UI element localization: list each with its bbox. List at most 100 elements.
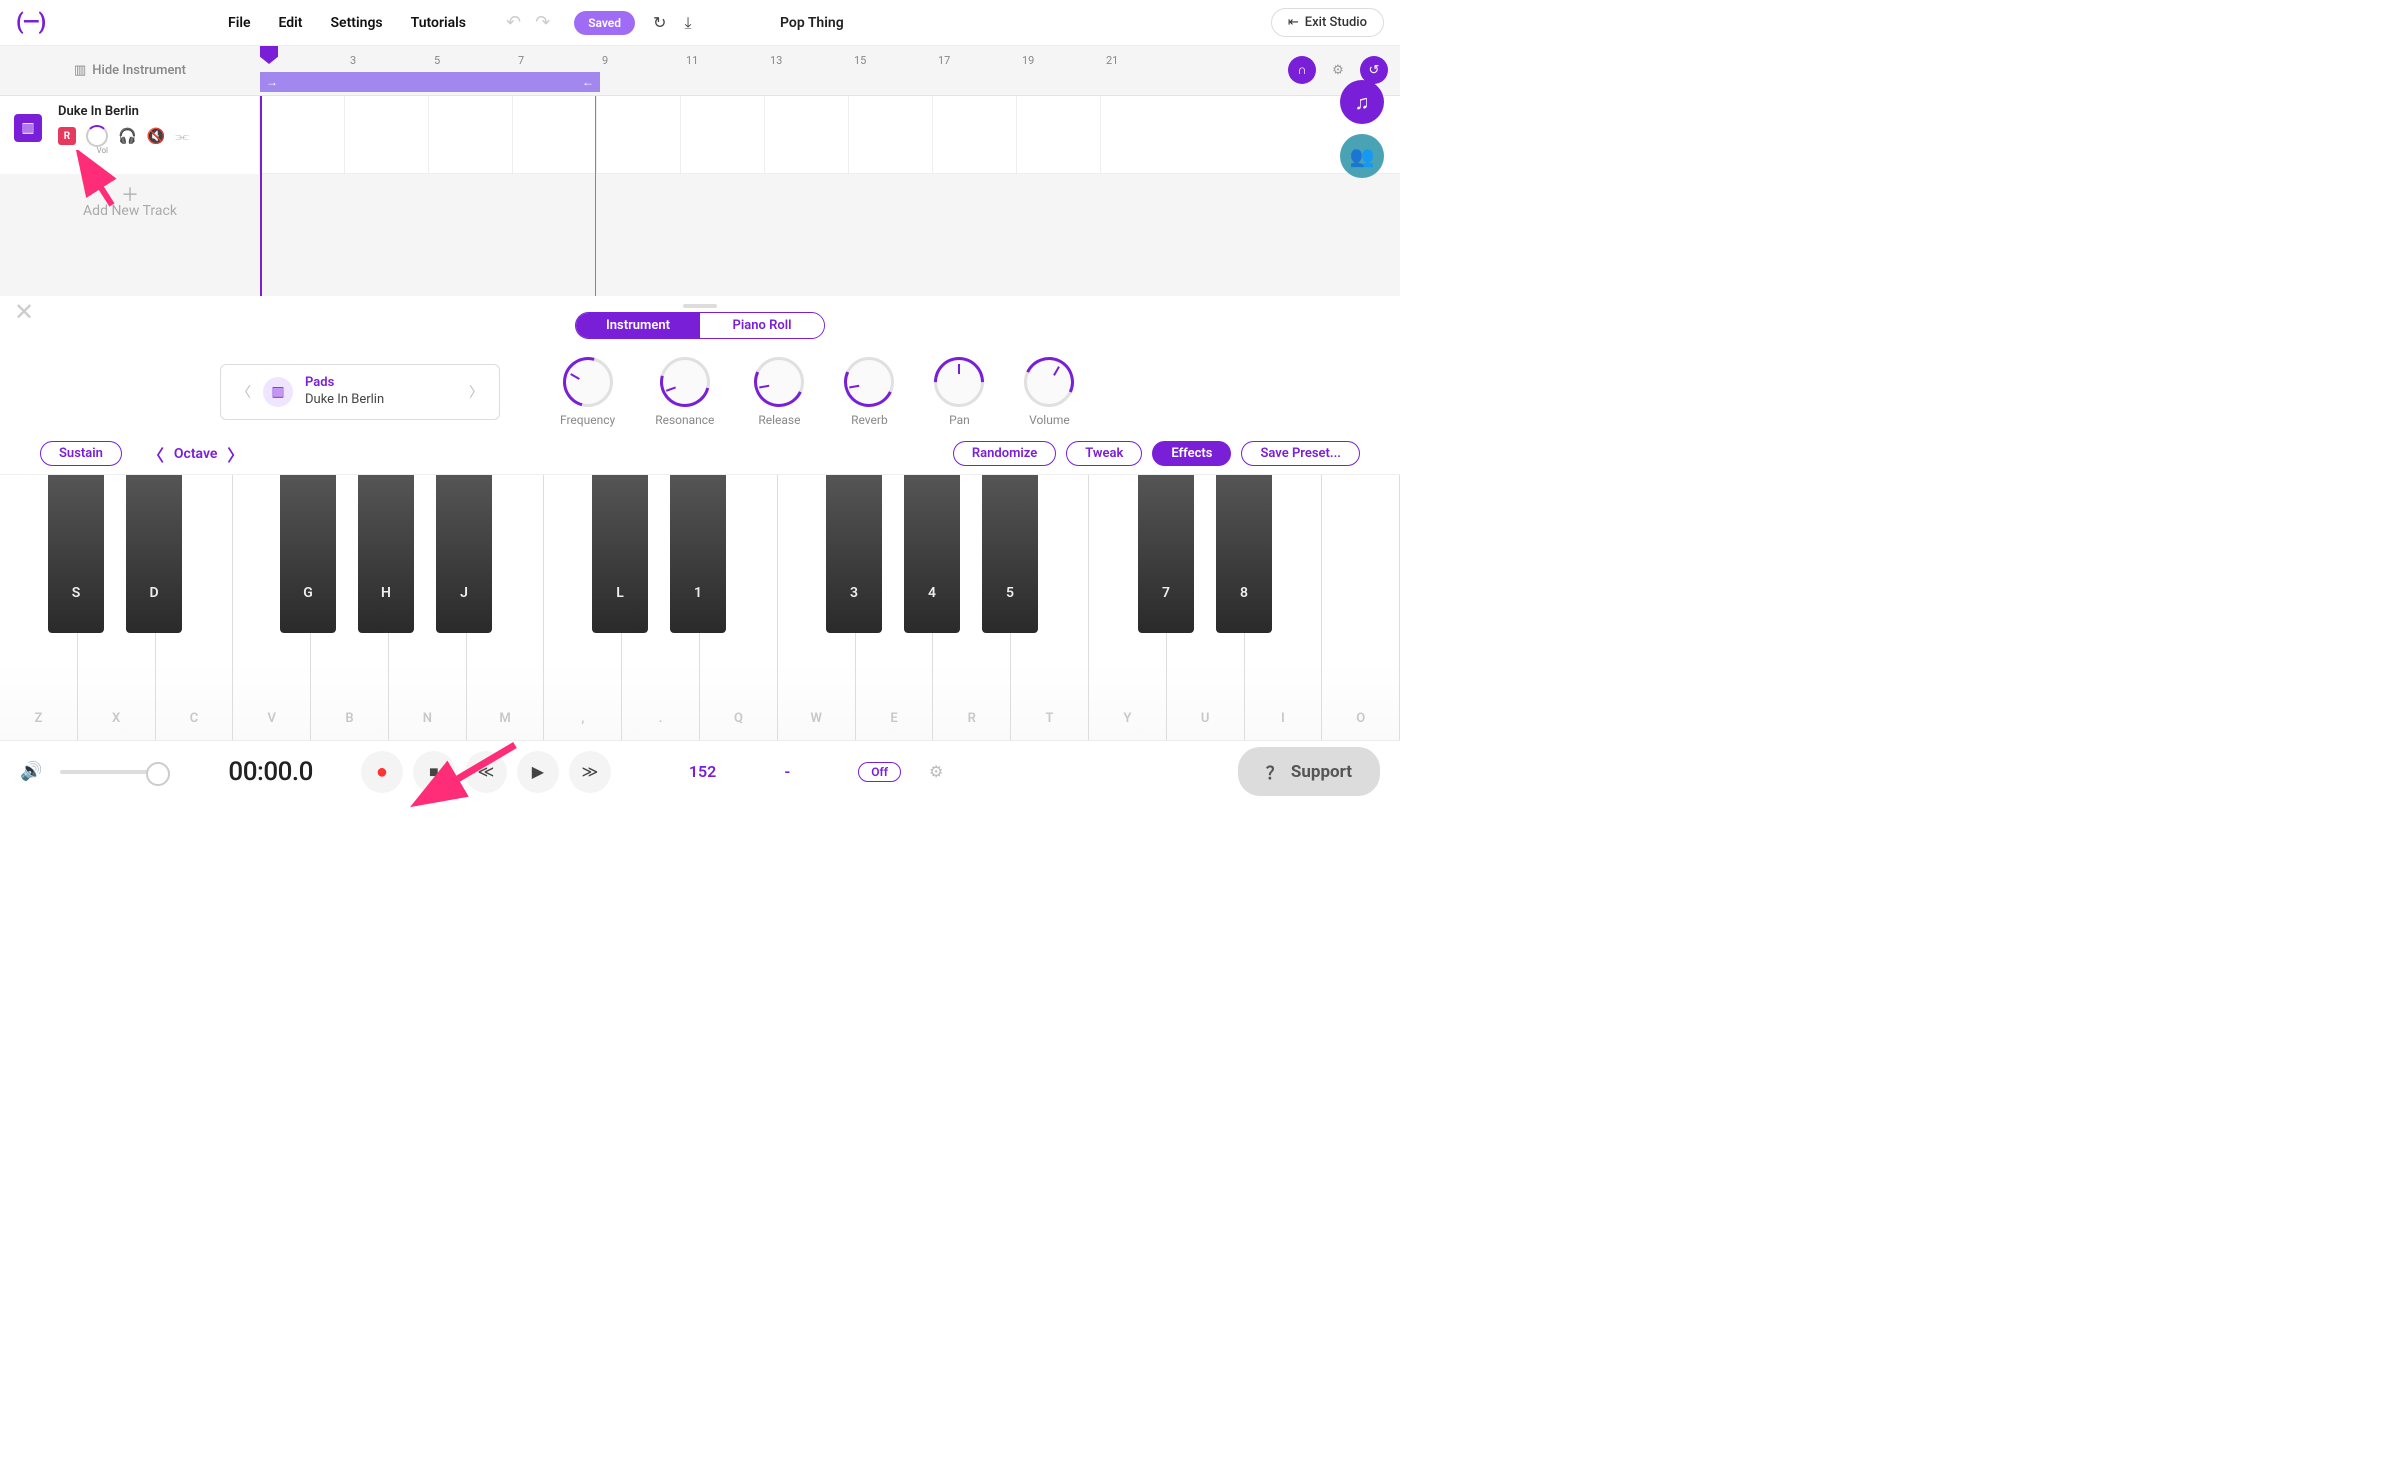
master-volume-icon[interactable]: 🔊 <box>20 761 42 782</box>
loop-start-handle-icon[interactable]: → <box>266 75 278 89</box>
key-label: U <box>1201 711 1210 726</box>
arrangement-area: ∩ ⚙ ↺ ▥ Hide Instrument 3 5 7 9 11 13 15… <box>0 46 1400 296</box>
automation-icon[interactable]: ⫘ <box>175 127 189 145</box>
forward-button[interactable]: ≫ <box>569 751 611 793</box>
black-key[interactable]: L <box>592 475 648 633</box>
rewind-button[interactable]: ≪ <box>465 751 507 793</box>
support-label: Support <box>1291 762 1352 782</box>
frequency-knob[interactable] <box>563 357 613 407</box>
right-actions: Randomize Tweak Effects Save Preset... <box>953 441 1360 466</box>
panel-drag-handle[interactable] <box>683 304 717 308</box>
menu-settings[interactable]: Settings <box>331 15 383 31</box>
octave-up-icon[interactable]: 〉 <box>227 442 243 466</box>
download-icon[interactable]: ⤓ <box>684 13 691 33</box>
ruler-mark: 11 <box>686 54 698 67</box>
reverb-knob[interactable] <box>844 357 894 407</box>
resonance-knob[interactable] <box>660 357 710 407</box>
metronome-toggle[interactable]: Off <box>858 762 901 782</box>
loop-end-handle-icon[interactable]: ← <box>582 75 594 89</box>
black-key[interactable]: J <box>436 475 492 633</box>
white-key[interactable]: O <box>1322 475 1400 740</box>
ruler-mark: 21 <box>1106 54 1118 67</box>
octave-nav: 〈 Octave 〉 <box>148 442 244 466</box>
track-volume-knob[interactable]: Vol <box>86 125 108 147</box>
effects-button[interactable]: Effects <box>1152 441 1231 466</box>
close-panel-icon[interactable]: ✕ <box>14 298 34 326</box>
piano-icon: ▥ <box>74 63 86 78</box>
loop-region[interactable]: → ← <box>260 72 600 92</box>
save-preset-button[interactable]: Save Preset... <box>1241 441 1360 466</box>
track-row[interactable]: ▥ Duke In Berlin R Vol 🎧 🔇 ⫘ <box>0 96 1400 174</box>
bpm-display[interactable]: 152 <box>689 762 716 781</box>
record-button[interactable]: ● <box>361 751 403 793</box>
transport-settings-icon[interactable]: ⚙ <box>929 762 943 781</box>
key-label: I <box>1281 711 1285 726</box>
range-end-line <box>595 96 596 296</box>
black-key[interactable]: 1 <box>670 475 726 633</box>
stop-button[interactable]: ■ <box>413 751 455 793</box>
tab-piano-roll[interactable]: Piano Roll <box>700 313 824 338</box>
undo-icon[interactable]: ↶ <box>506 12 521 33</box>
key-label: R <box>968 711 976 726</box>
octave-down-icon[interactable]: 〈 <box>148 442 164 466</box>
refresh-icon[interactable]: ↻ <box>653 13 666 33</box>
topbar-actions: ↻ ⤓ <box>653 13 691 33</box>
pan-knob[interactable] <box>934 357 984 407</box>
exit-studio-button[interactable]: ⇤ Exit Studio <box>1271 8 1384 37</box>
ruler-mark: 5 <box>434 54 440 67</box>
collaborate-button-icon[interactable]: 👥 <box>1340 134 1384 178</box>
timesig-display[interactable]: - <box>784 762 790 781</box>
knob-label: Pan <box>949 413 970 427</box>
redo-icon[interactable]: ↷ <box>535 12 550 33</box>
project-title[interactable]: Pop Thing <box>780 15 844 31</box>
track-name[interactable]: Duke In Berlin <box>58 104 247 119</box>
black-key[interactable]: 3 <box>826 475 882 633</box>
preset-prev-icon[interactable]: 〈 <box>237 382 251 402</box>
hide-instrument-button[interactable]: ▥ Hide Instrument <box>0 46 260 95</box>
ruler-mark: 9 <box>602 54 608 67</box>
knob-release: Release <box>754 357 804 427</box>
track-header: ▥ Duke In Berlin R Vol 🎧 🔇 ⫘ <box>0 96 260 174</box>
snap-icon[interactable]: ∩ <box>1288 56 1316 84</box>
record-arm-button[interactable]: R <box>58 127 76 145</box>
menu-tutorials[interactable]: Tutorials <box>411 15 466 31</box>
sustain-button[interactable]: Sustain <box>40 441 122 466</box>
preset-selector[interactable]: 〈 ▥ Pads Duke In Berlin 〉 <box>220 364 500 420</box>
black-key[interactable]: G <box>280 475 336 633</box>
transport-buttons: ● ■ ≪ ▶ ≫ <box>361 751 611 793</box>
key-label: O <box>1356 711 1365 726</box>
knob-bank: Frequency Resonance Release Reverb Pan V… <box>560 357 1074 427</box>
black-key[interactable]: D <box>126 475 182 633</box>
release-knob[interactable] <box>754 357 804 407</box>
black-key[interactable]: 8 <box>1216 475 1272 633</box>
black-key[interactable]: H <box>358 475 414 633</box>
add-track-button[interactable]: ＋ Add New Track <box>0 174 260 234</box>
master-volume-slider[interactable] <box>60 770 170 774</box>
black-key[interactable]: 4 <box>904 475 960 633</box>
knob-label: Release <box>758 413 800 427</box>
mute-icon[interactable]: 🔇 <box>147 127 166 145</box>
preset-next-icon[interactable]: 〉 <box>469 382 483 402</box>
tweak-button[interactable]: Tweak <box>1066 441 1142 466</box>
volume-knob[interactable] <box>1024 357 1074 407</box>
headphone-solo-icon[interactable]: 🎧 <box>118 127 137 145</box>
black-key[interactable]: S <box>48 475 104 633</box>
black-key[interactable]: 7 <box>1138 475 1194 633</box>
instrument-action-row: Sustain 〈 Octave 〉 Randomize Tweak Effec… <box>20 437 1380 474</box>
support-button[interactable]: ？ Support <box>1238 747 1380 796</box>
play-button[interactable]: ▶ <box>517 751 559 793</box>
ruler-mark: 3 <box>350 54 356 67</box>
side-float-buttons: ♫ 👥 <box>1340 80 1384 178</box>
menu-file[interactable]: File <box>228 15 251 31</box>
instrument-track-icon[interactable]: ▥ <box>14 114 42 142</box>
black-key[interactable]: 5 <box>982 475 1038 633</box>
knob-reverb: Reverb <box>844 357 894 427</box>
library-button-icon[interactable]: ♫ <box>1340 80 1384 124</box>
key-label: C <box>190 711 199 726</box>
randomize-button[interactable]: Randomize <box>953 441 1056 466</box>
track-lane[interactable] <box>260 96 1400 174</box>
timeline-ruler: ▥ Hide Instrument 3 5 7 9 11 13 15 17 19… <box>0 46 1400 96</box>
menu-edit[interactable]: Edit <box>279 15 303 31</box>
ruler-mark: 15 <box>854 54 866 67</box>
tab-instrument[interactable]: Instrument <box>576 313 700 338</box>
